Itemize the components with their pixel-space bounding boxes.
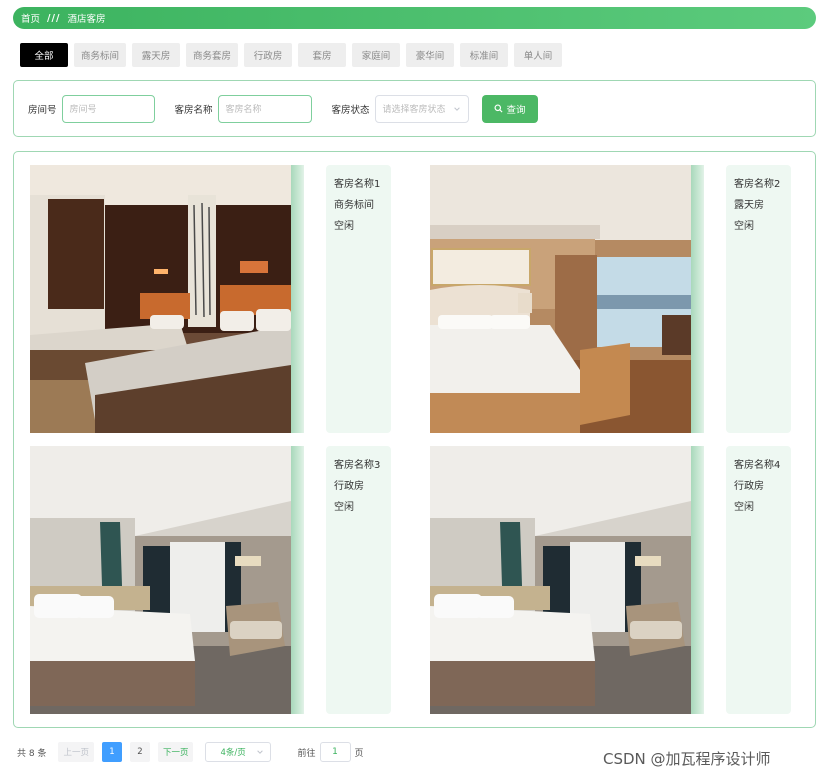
breadcrumb: 首页 /// 酒店客房 xyxy=(13,7,816,29)
breadcrumb-separator: /// xyxy=(47,12,61,24)
room-photo[interactable] xyxy=(430,446,691,714)
room-status-select[interactable]: 请选择客房状态 xyxy=(374,94,469,123)
room-status-label: 客房状态 xyxy=(331,104,370,116)
room-photo[interactable] xyxy=(30,446,291,714)
query-button[interactable]: 查询 xyxy=(481,94,538,123)
room-name: 客房名称2 xyxy=(734,179,781,190)
tab-executive[interactable]: 行政房 xyxy=(244,43,293,67)
goto-prefix: 前往 xyxy=(297,748,316,759)
room-type-tabs: 全部 商务标间 露天房 商务套房 行政房 套房 家庭间 豪华间 标准间 单人间 xyxy=(20,43,563,67)
tab-business-suite[interactable]: 商务套房 xyxy=(186,43,239,67)
tab-deluxe[interactable]: 豪华间 xyxy=(406,43,455,67)
photo-edge xyxy=(291,446,304,714)
room-card[interactable]: 客房名称3 行政房 空闲 xyxy=(30,446,391,714)
room-name: 客房名称3 xyxy=(334,460,381,471)
breadcrumb-home[interactable]: 首页 xyxy=(21,11,40,25)
page-button[interactable]: 1 xyxy=(101,742,122,762)
tab-standard[interactable]: 标准间 xyxy=(460,43,509,67)
search-icon xyxy=(494,104,503,113)
pagination-total: 共 8 条 xyxy=(17,748,47,759)
prev-page-button[interactable]: 上一页 xyxy=(58,742,94,762)
photo-edge xyxy=(691,165,704,433)
room-photo[interactable] xyxy=(430,165,691,433)
room-status: 空闲 xyxy=(734,221,754,232)
room-status: 空闲 xyxy=(734,502,754,513)
room-no-input[interactable]: 房间号 xyxy=(61,94,155,123)
room-info: 客房名称1 商务标间 空闲 xyxy=(326,165,391,433)
page-size-select[interactable]: 4条/页 xyxy=(205,742,272,762)
room-type: 露天房 xyxy=(734,200,764,211)
tab-suite[interactable]: 套房 xyxy=(298,43,347,67)
room-name-label: 客房名称 xyxy=(174,104,213,116)
room-type: 行政房 xyxy=(734,481,764,492)
page-button[interactable]: 2 xyxy=(129,742,150,762)
page-size-value: 4条/页 xyxy=(220,748,246,758)
chevron-down-icon xyxy=(453,106,460,111)
room-no-label: 房间号 xyxy=(28,104,57,116)
goto-page-input[interactable]: 1 xyxy=(319,742,351,762)
tab-business-twin[interactable]: 商务标间 xyxy=(74,43,127,67)
room-name-input[interactable]: 客房名称 xyxy=(217,94,312,123)
goto-suffix: 页 xyxy=(354,748,364,759)
room-photo[interactable] xyxy=(30,165,291,433)
room-type: 商务标间 xyxy=(334,200,374,211)
watermark: CSDN @加瓦程序设计师 xyxy=(603,750,771,768)
room-card[interactable]: 客房名称1 商务标间 空闲 xyxy=(30,165,391,433)
room-grid: 客房名称1 商务标间 空闲 客房名称2 露天房 空闲 客房名称3 行政房 空闲 … xyxy=(13,151,816,728)
room-info: 客房名称3 行政房 空闲 xyxy=(326,446,391,714)
room-card[interactable]: 客房名称4 行政房 空闲 xyxy=(430,446,791,714)
photo-edge xyxy=(691,446,704,714)
query-button-label: 查询 xyxy=(506,104,526,116)
room-type: 行政房 xyxy=(334,481,364,492)
tab-all[interactable]: 全部 xyxy=(20,43,68,67)
tab-open-air[interactable]: 露天房 xyxy=(132,43,181,67)
room-info: 客房名称4 行政房 空闲 xyxy=(726,446,791,714)
search-panel: 房间号 房间号 客房名称 客房名称 客房状态 请选择客房状态 查询 xyxy=(13,80,816,137)
room-name: 客房名称4 xyxy=(734,460,781,471)
room-card[interactable]: 客房名称2 露天房 空闲 xyxy=(430,165,791,433)
breadcrumb-current: 酒店客房 xyxy=(67,14,106,25)
chevron-down-icon xyxy=(257,750,264,754)
tab-family[interactable]: 家庭间 xyxy=(352,43,401,67)
pagination: 共 8 条 上一页 1 2 下一页 4条/页 前往 1 页 xyxy=(17,742,364,762)
next-page-button[interactable]: 下一页 xyxy=(157,742,194,762)
room-info: 客房名称2 露天房 空闲 xyxy=(726,165,791,433)
tab-single[interactable]: 单人间 xyxy=(514,43,563,67)
room-status: 空闲 xyxy=(334,502,354,513)
room-status-placeholder: 请选择客房状态 xyxy=(382,105,446,115)
room-status: 空闲 xyxy=(334,221,354,232)
photo-edge xyxy=(291,165,304,433)
room-name: 客房名称1 xyxy=(334,179,381,190)
